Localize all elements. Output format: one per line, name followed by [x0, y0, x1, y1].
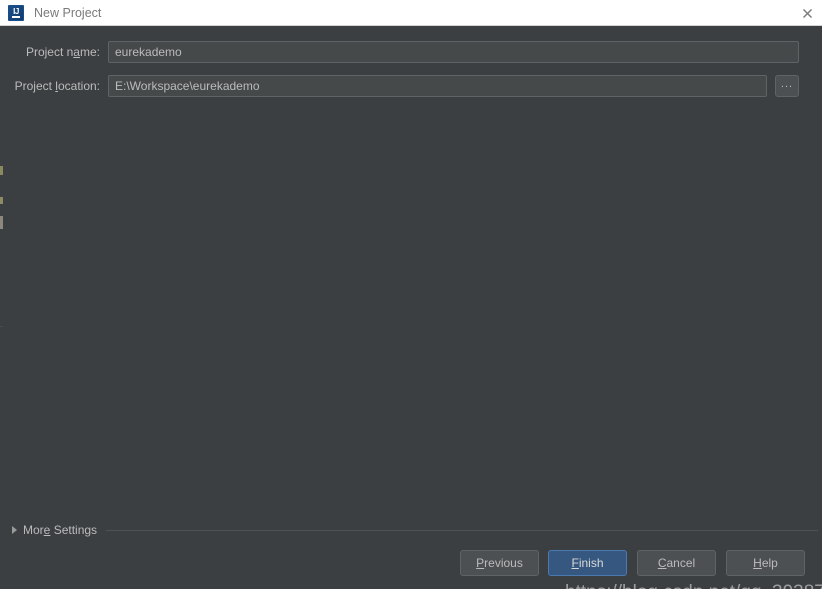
dialog-button-bar: Previous Finish Cancel Help	[0, 550, 822, 589]
more-settings-toggle[interactable]: More Settings	[12, 522, 818, 538]
more-settings-label: More Settings	[23, 523, 98, 537]
background-artifact	[0, 326, 3, 327]
intellij-idea-icon: IJ	[8, 4, 24, 21]
title-bar: IJ New Project	[0, 0, 822, 26]
previous-button[interactable]: Previous	[460, 550, 539, 576]
app-icon-letters: IJ	[13, 6, 19, 16]
project-location-input[interactable]: E:\Workspace\eurekademo	[108, 75, 767, 97]
project-location-row: Project location: E:\Workspace\eurekadem…	[0, 74, 822, 98]
window-title: New Project	[34, 5, 102, 20]
finish-button[interactable]: Finish	[548, 550, 627, 576]
background-artifact	[0, 197, 3, 204]
close-icon[interactable]	[796, 2, 818, 24]
cancel-button[interactable]: Cancel	[637, 550, 716, 576]
background-artifact	[0, 216, 3, 229]
ellipsis-icon: ...	[780, 78, 794, 90]
section-divider	[106, 529, 818, 531]
project-location-label: Project location:	[14, 79, 100, 93]
new-project-dialog: IJ New Project Project name: eurekademo …	[0, 0, 822, 589]
browse-folder-button[interactable]: ...	[775, 75, 799, 97]
triangle-right-icon	[12, 526, 17, 534]
help-button[interactable]: Help	[726, 550, 805, 576]
project-name-row: Project name: eurekademo	[0, 40, 822, 64]
background-artifact	[0, 166, 3, 175]
project-name-input[interactable]: eurekademo	[108, 41, 799, 63]
app-icon-underline	[12, 15, 20, 18]
project-name-label: Project name:	[25, 45, 100, 59]
dialog-content: Project name: eurekademo Project locatio…	[0, 26, 822, 589]
